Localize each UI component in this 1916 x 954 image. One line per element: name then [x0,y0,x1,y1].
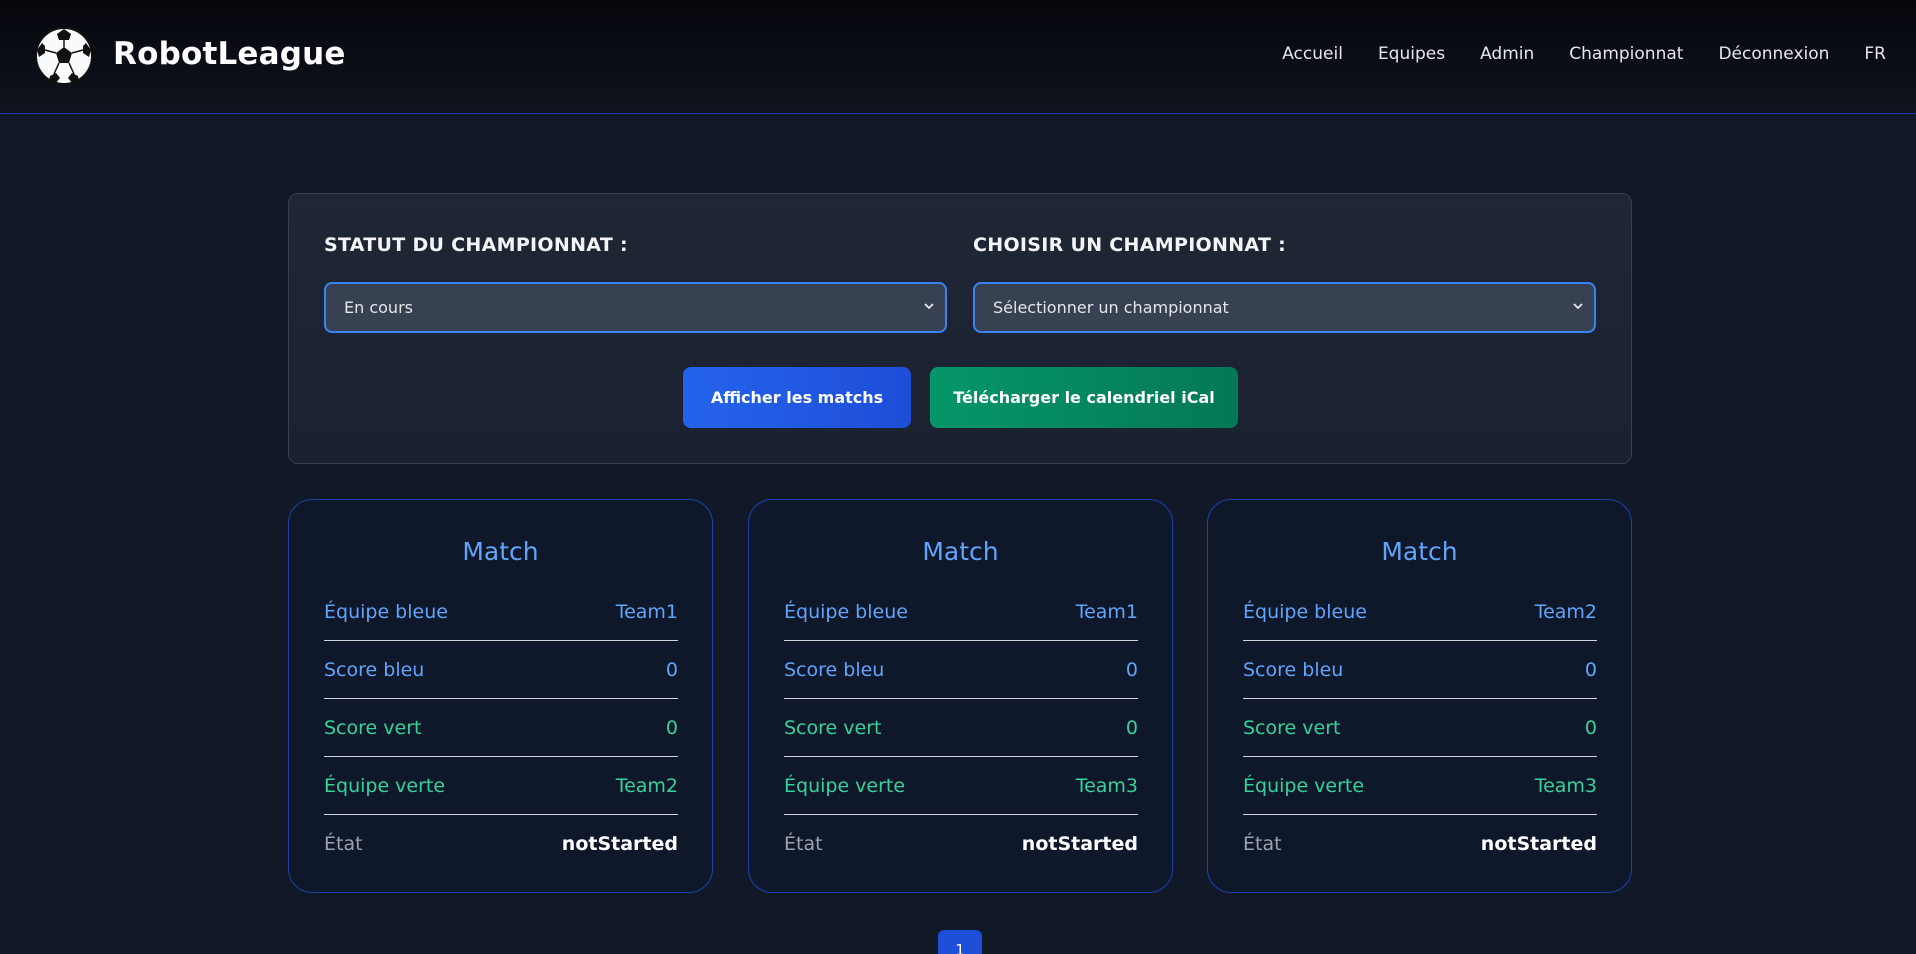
state-value: notStarted [561,833,678,855]
state-label: État [324,833,363,855]
top-navbar: RobotLeague Accueil Equipes Admin Champi… [0,0,1916,114]
status-label: STATUT DU CHAMPIONNAT : [324,234,628,256]
green-score-value: 0 [665,716,678,739]
green-team-row: Équipe verte Team3 [784,757,1138,815]
nav-championnat[interactable]: Championnat [1569,44,1683,64]
green-team-label: Équipe verte [324,774,446,797]
state-label: État [784,833,823,855]
download-ical-button[interactable]: Télécharger le calendriel iCal [930,367,1238,428]
pagination-page-button[interactable]: 1 [938,930,982,954]
blue-score-label: Score bleu [1243,658,1344,681]
chevron-down-icon [1573,303,1583,310]
championship-select-value: Sélectionner un championnat [993,298,1229,317]
blue-team-value: Team2 [1534,600,1597,623]
green-team-row: Équipe verte Team2 [324,757,678,815]
nav-equipes[interactable]: Equipes [1378,44,1445,64]
blue-team-label: Équipe bleue [784,600,908,623]
main-nav: Accueil Equipes Admin Championnat Déconn… [1247,44,1886,64]
nav-admin[interactable]: Admin [1480,44,1534,64]
state-value: notStarted [1480,833,1597,855]
green-team-row: Équipe verte Team3 [1243,757,1597,815]
state-label: État [1243,833,1282,855]
blue-team-label: Équipe bleue [324,600,448,623]
nav-deconnexion[interactable]: Déconnexion [1718,44,1829,64]
blue-score-row: Score bleu 0 [784,641,1138,699]
blue-score-value: 0 [1584,658,1597,681]
soccer-ball-icon[interactable] [34,26,94,86]
blue-team-label: Équipe bleue [1243,600,1367,623]
blue-team-row: Équipe bleue Team1 [324,583,678,641]
match-card: Match Équipe bleue Team1 Score bleu 0 Sc… [288,499,713,893]
blue-score-value: 0 [665,658,678,681]
green-team-label: Équipe verte [1243,774,1365,797]
state-row: État notStarted [324,815,678,873]
state-row: État notStarted [1243,815,1597,873]
blue-score-row: Score bleu 0 [1243,641,1597,699]
match-card-title: Match [462,537,539,566]
championship-label: CHOISIR UN CHAMPIONNAT : [973,234,1287,256]
green-score-label: Score vert [324,716,422,739]
state-row: État notStarted [784,815,1138,873]
green-team-value: Team3 [1075,774,1138,797]
blue-team-value: Team1 [615,600,678,623]
match-card-title: Match [922,537,999,566]
show-matches-button[interactable]: Afficher les matchs [683,367,911,428]
status-select-value: En cours [344,298,413,317]
state-value: notStarted [1021,833,1138,855]
blue-score-value: 0 [1125,658,1138,681]
green-score-row: Score vert 0 [784,699,1138,757]
green-team-value: Team2 [615,774,678,797]
chevron-down-icon [924,303,934,310]
green-score-label: Score vert [1243,716,1341,739]
match-card-title: Match [1381,537,1458,566]
nav-accueil[interactable]: Accueil [1282,44,1343,64]
blue-team-value: Team1 [1075,600,1138,623]
blue-team-row: Équipe bleue Team2 [1243,583,1597,641]
blue-score-label: Score bleu [324,658,425,681]
blue-score-row: Score bleu 0 [324,641,678,699]
match-card: Match Équipe bleue Team1 Score bleu 0 Sc… [748,499,1173,893]
blue-team-row: Équipe bleue Team1 [784,583,1138,641]
language-switch[interactable]: FR [1864,44,1886,64]
championship-select[interactable]: Sélectionner un championnat [973,282,1596,333]
brand-title[interactable]: RobotLeague [113,36,346,72]
green-team-value: Team3 [1534,774,1597,797]
blue-score-label: Score bleu [784,658,885,681]
green-score-row: Score vert 0 [324,699,678,757]
green-score-label: Score vert [784,716,882,739]
filter-panel: STATUT DU CHAMPIONNAT : En cours CHOISIR… [288,193,1632,464]
green-score-row: Score vert 0 [1243,699,1597,757]
status-select[interactable]: En cours [324,282,947,333]
green-score-value: 0 [1125,716,1138,739]
green-score-value: 0 [1584,716,1597,739]
match-card: Match Équipe bleue Team2 Score bleu 0 Sc… [1207,499,1632,893]
green-team-label: Équipe verte [784,774,906,797]
